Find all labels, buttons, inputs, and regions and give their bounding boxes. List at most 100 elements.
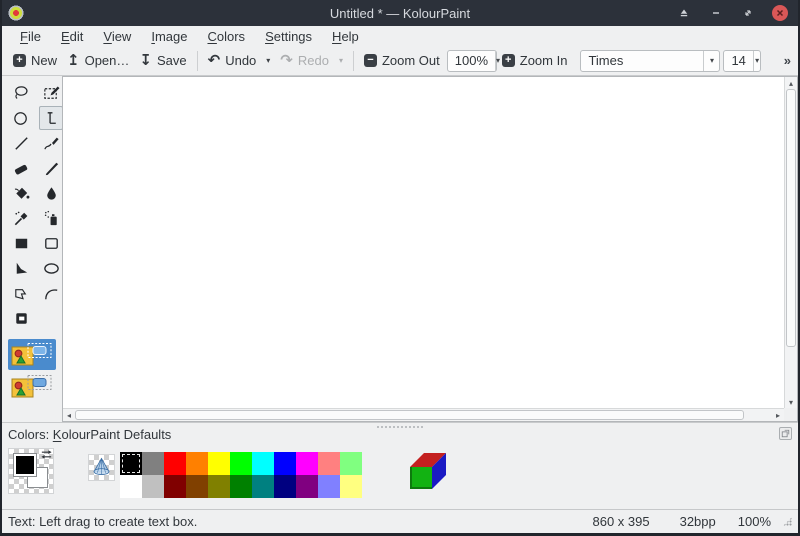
open-button[interactable]: ↥ Open…: [62, 50, 134, 71]
color-similarity-button[interactable]: [88, 454, 115, 481]
zoom-in-icon: +: [501, 54, 515, 67]
save-button[interactable]: ↧ Save: [134, 50, 191, 71]
main-area: ▴ ▾ ◂ ▸: [2, 76, 798, 422]
tool-polygon-button[interactable]: [9, 256, 33, 280]
palette-color-swatch[interactable]: [230, 475, 252, 498]
palette-color-swatch[interactable]: [208, 452, 230, 475]
maximize-button[interactable]: [740, 5, 756, 21]
menu-file[interactable]: File: [10, 28, 51, 45]
scroll-down-icon[interactable]: ▾: [785, 396, 797, 408]
tool-line-button[interactable]: [9, 131, 33, 155]
zoom-in-button[interactable]: + Zoom In: [497, 50, 573, 71]
palette-color-swatch[interactable]: [142, 475, 164, 498]
chevron-down-icon[interactable]: ▾: [752, 50, 761, 71]
palette-color-swatch[interactable]: [252, 452, 274, 475]
scroll-right-icon[interactable]: ▸: [772, 409, 784, 421]
polygon-icon: [12, 259, 31, 278]
palette-color-swatch[interactable]: [318, 475, 340, 498]
tool-zoom-button[interactable]: [9, 306, 33, 330]
zoom-percentage: 100%: [737, 514, 771, 529]
tool-spraycan-button[interactable]: [39, 206, 63, 230]
scroll-up-icon[interactable]: ▴: [785, 77, 797, 89]
tool-text-button[interactable]: [39, 106, 63, 130]
dock-drag-handle[interactable]: [377, 426, 423, 428]
new-button[interactable]: + New: [8, 50, 62, 71]
chevron-down-icon[interactable]: ▾: [703, 50, 719, 71]
menu-edit[interactable]: Edit: [51, 28, 93, 45]
palette-color-swatch[interactable]: [274, 475, 296, 498]
palette-color-swatch[interactable]: [164, 452, 186, 475]
tool-connected-lines-button[interactable]: [9, 281, 33, 305]
palette-color-swatch[interactable]: [186, 452, 208, 475]
menu-image[interactable]: Image: [141, 28, 197, 45]
menu-help[interactable]: Help: [322, 28, 369, 45]
horizontal-scroll-track[interactable]: [75, 409, 772, 421]
toolbar-overflow-button[interactable]: »: [784, 53, 791, 68]
restore-icon: [745, 10, 751, 16]
palette-color-swatch[interactable]: [274, 452, 296, 475]
tool-brush-button[interactable]: [39, 156, 63, 180]
colors-dock-label: Colors: KolourPaint Defaults: [8, 426, 172, 442]
tool-rounded-rectangle-button[interactable]: [39, 231, 63, 255]
palette-color-swatch[interactable]: [252, 475, 274, 498]
zoom-level-combo[interactable]: 100% ▾: [446, 49, 500, 72]
tool-color-picker-button[interactable]: [9, 206, 33, 230]
palette-color-swatch[interactable]: [208, 475, 230, 498]
tool-selection-elliptical-button[interactable]: [9, 106, 33, 130]
zoom-out-button[interactable]: − Zoom Out: [359, 50, 445, 71]
tool-rectangle-button[interactable]: [9, 231, 33, 255]
palette-color-swatch[interactable]: [296, 452, 318, 475]
colors-dock-titlebar: Colors: KolourPaint Defaults: [2, 423, 798, 445]
canvas-viewport: ▴ ▾ ◂ ▸: [62, 76, 798, 422]
undo-button[interactable]: ↶ Undo ▾: [203, 50, 276, 71]
color-depth: 32bpp: [679, 514, 716, 529]
palette-color-swatch[interactable]: [164, 475, 186, 498]
tool-curve-button[interactable]: [39, 281, 63, 305]
menu-view[interactable]: View: [93, 28, 141, 45]
scroll-left-icon[interactable]: ◂: [63, 409, 75, 421]
selection-transparent-button[interactable]: [8, 371, 56, 402]
palette-color-swatch[interactable]: [318, 452, 340, 475]
keep-above-icon: [680, 9, 688, 17]
palette-color-swatch[interactable]: [142, 452, 164, 475]
palette-color-swatch[interactable]: [186, 475, 208, 498]
horizontal-scrollbar[interactable]: ◂ ▸: [63, 408, 784, 421]
tool-selection-free-form-button[interactable]: [9, 81, 33, 105]
horizontal-scroll-thumb[interactable]: [75, 410, 745, 420]
redo-button[interactable]: ↷ Redo ▾: [275, 50, 348, 71]
palette-color-swatch[interactable]: [340, 452, 362, 475]
close-button[interactable]: [772, 5, 788, 21]
tool-ellipse-button[interactable]: [39, 256, 63, 280]
resize-grip[interactable]: [783, 517, 792, 526]
font-size-value: 14: [731, 53, 746, 68]
selection-elliptical-icon: [12, 109, 31, 128]
font-family-combo[interactable]: Times ▾: [580, 49, 721, 72]
tool-pen-button[interactable]: [39, 131, 63, 155]
swap-colors-icon[interactable]: [40, 448, 53, 461]
palette-color-swatch[interactable]: [230, 452, 252, 475]
redo-dropdown-icon[interactable]: ▾: [339, 56, 343, 65]
tool-flood-fill-button[interactable]: [9, 181, 33, 205]
dock-float-button[interactable]: [779, 427, 792, 440]
canvas[interactable]: [63, 77, 784, 408]
palette-color-swatch[interactable]: [120, 475, 142, 498]
font-size-combo[interactable]: 14 ▾: [723, 49, 762, 72]
selection-opaque-button[interactable]: [8, 339, 56, 370]
palette-color-swatch[interactable]: [120, 452, 142, 475]
tool-selection-rectangular-button[interactable]: [39, 81, 63, 105]
vertical-scroll-thumb[interactable]: [786, 89, 796, 347]
palette-color-swatch[interactable]: [296, 475, 318, 498]
undo-dropdown-icon[interactable]: ▾: [266, 56, 270, 65]
foreground-background-swatch[interactable]: [8, 448, 54, 494]
menu-colors[interactable]: Colors: [197, 28, 255, 45]
palette-color-swatch[interactable]: [340, 475, 362, 498]
minimize-button[interactable]: [708, 5, 724, 21]
vertical-scroll-track[interactable]: [785, 89, 797, 396]
keep-above-button[interactable]: [676, 5, 692, 21]
menu-settings[interactable]: Settings: [255, 28, 322, 45]
tool-color-eraser-button[interactable]: [39, 181, 63, 205]
tool-eraser-button[interactable]: [9, 156, 33, 180]
rounded-rectangle-icon: [42, 234, 61, 253]
foreground-color-swatch[interactable]: [13, 453, 37, 477]
vertical-scrollbar[interactable]: ▴ ▾: [784, 77, 797, 408]
